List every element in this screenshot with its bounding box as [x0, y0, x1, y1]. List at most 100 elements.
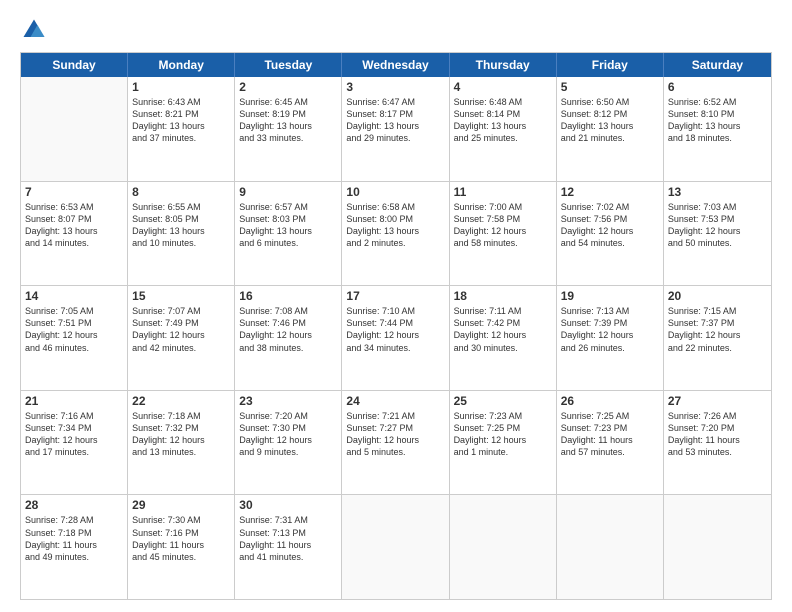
day-info: Sunrise: 7:16 AM Sunset: 7:34 PM Dayligh…	[25, 410, 123, 459]
day-info: Sunrise: 7:23 AM Sunset: 7:25 PM Dayligh…	[454, 410, 552, 459]
header	[20, 16, 772, 44]
day-cell-29: 29 Sunrise: 7:30 AM Sunset: 7:16 PM Dayli…	[128, 495, 235, 599]
header-day-tuesday: Tuesday	[235, 53, 342, 77]
empty-cell-4-5	[557, 495, 664, 599]
day-info: Sunrise: 7:20 AM Sunset: 7:30 PM Dayligh…	[239, 410, 337, 459]
page: SundayMondayTuesdayWednesdayThursdayFrid…	[0, 0, 792, 612]
header-day-saturday: Saturday	[664, 53, 771, 77]
calendar: SundayMondayTuesdayWednesdayThursdayFrid…	[20, 52, 772, 600]
day-number: 24	[346, 394, 444, 408]
day-cell-27: 27Sunrise: 7:26 AM Sunset: 7:20 PM Dayli…	[664, 391, 771, 495]
day-cell-26: 26 Sunrise: 7:25 AM Sunset: 7:23 PM Dayli…	[557, 391, 664, 495]
day-info: Sunrise: 7:25 AM Sunset: 7:23 PM Dayligh…	[561, 410, 659, 459]
day-number: 15	[132, 289, 230, 303]
day-number: 11	[454, 185, 552, 199]
day-cell-18: 18Sunrise: 7:11 AM Sunset: 7:42 PM Dayli…	[450, 286, 557, 390]
day-number: 22	[132, 394, 230, 408]
day-info: Sunrise: 7:18 AM Sunset: 7:32 PM Dayligh…	[132, 410, 230, 459]
day-number: 13	[668, 185, 767, 199]
logo	[20, 16, 52, 44]
week-row-0: 1 Sunrise: 6:43 AM Sunset: 8:21 PM Daylig…	[21, 77, 771, 182]
day-cell-12: 12 Sunrise: 7:02 AM Sunset: 7:56 PM Dayli…	[557, 182, 664, 286]
day-info: Sunrise: 7:11 AM Sunset: 7:42 PM Dayligh…	[454, 305, 552, 354]
day-number: 9	[239, 185, 337, 199]
week-row-2: 14 Sunrise: 7:05 AM Sunset: 7:51 PM Dayli…	[21, 286, 771, 391]
day-cell-1: 1 Sunrise: 6:43 AM Sunset: 8:21 PM Daylig…	[128, 77, 235, 181]
day-cell-9: 9Sunrise: 6:57 AM Sunset: 8:03 PM Daylig…	[235, 182, 342, 286]
day-number: 4	[454, 80, 552, 94]
day-number: 2	[239, 80, 337, 94]
day-cell-25: 25 Sunrise: 7:23 AM Sunset: 7:25 PM Dayli…	[450, 391, 557, 495]
empty-cell-4-4	[450, 495, 557, 599]
day-cell-22: 22 Sunrise: 7:18 AM Sunset: 7:32 PM Dayli…	[128, 391, 235, 495]
day-cell-21: 21 Sunrise: 7:16 AM Sunset: 7:34 PM Dayli…	[21, 391, 128, 495]
day-cell-6: 6 Sunrise: 6:52 AM Sunset: 8:10 PM Daylig…	[664, 77, 771, 181]
day-number: 21	[25, 394, 123, 408]
day-number: 30	[239, 498, 337, 512]
empty-cell-4-3	[342, 495, 449, 599]
day-number: 27	[668, 394, 767, 408]
day-cell-19: 19 Sunrise: 7:13 AM Sunset: 7:39 PM Dayli…	[557, 286, 664, 390]
day-cell-2: 2 Sunrise: 6:45 AM Sunset: 8:19 PM Daylig…	[235, 77, 342, 181]
day-info: Sunrise: 6:52 AM Sunset: 8:10 PM Dayligh…	[668, 96, 767, 145]
day-number: 14	[25, 289, 123, 303]
day-number: 16	[239, 289, 337, 303]
empty-cell-4-6	[664, 495, 771, 599]
day-info: Sunrise: 7:05 AM Sunset: 7:51 PM Dayligh…	[25, 305, 123, 354]
day-number: 1	[132, 80, 230, 94]
day-cell-16: 16 Sunrise: 7:08 AM Sunset: 7:46 PM Dayli…	[235, 286, 342, 390]
week-row-4: 28 Sunrise: 7:28 AM Sunset: 7:18 PM Dayli…	[21, 495, 771, 599]
day-info: Sunrise: 7:07 AM Sunset: 7:49 PM Dayligh…	[132, 305, 230, 354]
day-cell-15: 15 Sunrise: 7:07 AM Sunset: 7:49 PM Dayli…	[128, 286, 235, 390]
logo-icon	[20, 16, 48, 44]
day-info: Sunrise: 6:47 AM Sunset: 8:17 PM Dayligh…	[346, 96, 444, 145]
day-number: 26	[561, 394, 659, 408]
day-cell-8: 8 Sunrise: 6:55 AM Sunset: 8:05 PM Daylig…	[128, 182, 235, 286]
day-info: Sunrise: 6:45 AM Sunset: 8:19 PM Dayligh…	[239, 96, 337, 145]
day-info: Sunrise: 7:13 AM Sunset: 7:39 PM Dayligh…	[561, 305, 659, 354]
day-info: Sunrise: 7:28 AM Sunset: 7:18 PM Dayligh…	[25, 514, 123, 563]
day-info: Sunrise: 7:08 AM Sunset: 7:46 PM Dayligh…	[239, 305, 337, 354]
day-cell-23: 23 Sunrise: 7:20 AM Sunset: 7:30 PM Dayli…	[235, 391, 342, 495]
calendar-body: 1 Sunrise: 6:43 AM Sunset: 8:21 PM Daylig…	[21, 77, 771, 599]
day-cell-30: 30Sunrise: 7:31 AM Sunset: 7:13 PM Dayli…	[235, 495, 342, 599]
day-info: Sunrise: 6:55 AM Sunset: 8:05 PM Dayligh…	[132, 201, 230, 250]
day-info: Sunrise: 7:02 AM Sunset: 7:56 PM Dayligh…	[561, 201, 659, 250]
day-cell-3: 3 Sunrise: 6:47 AM Sunset: 8:17 PM Daylig…	[342, 77, 449, 181]
day-info: Sunrise: 7:21 AM Sunset: 7:27 PM Dayligh…	[346, 410, 444, 459]
day-info: Sunrise: 6:53 AM Sunset: 8:07 PM Dayligh…	[25, 201, 123, 250]
day-number: 6	[668, 80, 767, 94]
day-cell-20: 20 Sunrise: 7:15 AM Sunset: 7:37 PM Dayli…	[664, 286, 771, 390]
day-number: 25	[454, 394, 552, 408]
day-cell-24: 24 Sunrise: 7:21 AM Sunset: 7:27 PM Dayli…	[342, 391, 449, 495]
day-info: Sunrise: 7:15 AM Sunset: 7:37 PM Dayligh…	[668, 305, 767, 354]
day-cell-10: 10Sunrise: 6:58 AM Sunset: 8:00 PM Dayli…	[342, 182, 449, 286]
header-day-thursday: Thursday	[450, 53, 557, 77]
day-number: 3	[346, 80, 444, 94]
day-cell-7: 7Sunrise: 6:53 AM Sunset: 8:07 PM Daylig…	[21, 182, 128, 286]
day-cell-4: 4 Sunrise: 6:48 AM Sunset: 8:14 PM Daylig…	[450, 77, 557, 181]
day-number: 28	[25, 498, 123, 512]
day-number: 20	[668, 289, 767, 303]
day-info: Sunrise: 7:30 AM Sunset: 7:16 PM Dayligh…	[132, 514, 230, 563]
calendar-header: SundayMondayTuesdayWednesdayThursdayFrid…	[21, 53, 771, 77]
day-cell-11: 11Sunrise: 7:00 AM Sunset: 7:58 PM Dayli…	[450, 182, 557, 286]
day-cell-5: 5Sunrise: 6:50 AM Sunset: 8:12 PM Daylig…	[557, 77, 664, 181]
day-cell-13: 13Sunrise: 7:03 AM Sunset: 7:53 PM Dayli…	[664, 182, 771, 286]
day-info: Sunrise: 7:10 AM Sunset: 7:44 PM Dayligh…	[346, 305, 444, 354]
day-number: 12	[561, 185, 659, 199]
day-number: 10	[346, 185, 444, 199]
day-number: 8	[132, 185, 230, 199]
day-number: 23	[239, 394, 337, 408]
day-cell-17: 17 Sunrise: 7:10 AM Sunset: 7:44 PM Dayli…	[342, 286, 449, 390]
day-info: Sunrise: 6:43 AM Sunset: 8:21 PM Dayligh…	[132, 96, 230, 145]
day-number: 17	[346, 289, 444, 303]
empty-cell-0-0	[21, 77, 128, 181]
day-number: 29	[132, 498, 230, 512]
day-cell-14: 14 Sunrise: 7:05 AM Sunset: 7:51 PM Dayli…	[21, 286, 128, 390]
header-day-wednesday: Wednesday	[342, 53, 449, 77]
day-number: 19	[561, 289, 659, 303]
header-day-monday: Monday	[128, 53, 235, 77]
day-number: 5	[561, 80, 659, 94]
day-info: Sunrise: 6:48 AM Sunset: 8:14 PM Dayligh…	[454, 96, 552, 145]
